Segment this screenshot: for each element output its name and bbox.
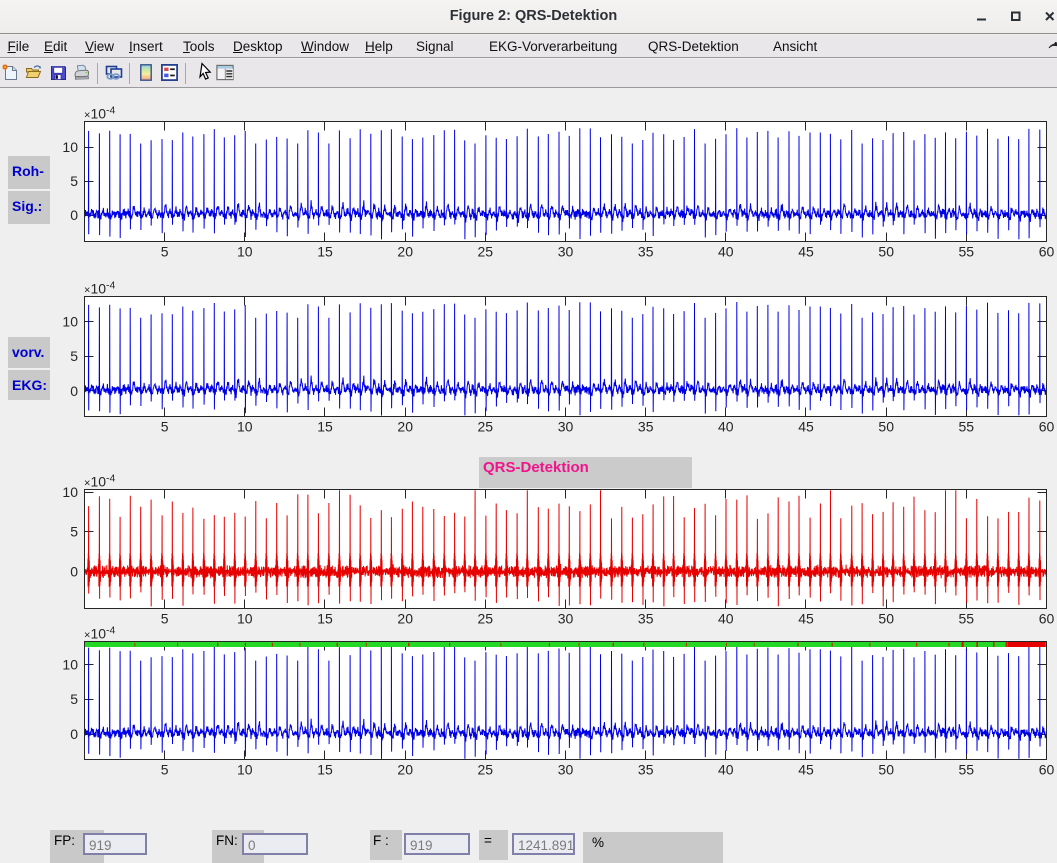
svg-text:25: 25 [478,244,494,260]
svg-text:35: 35 [638,611,654,627]
svg-text:10: 10 [237,611,253,627]
svg-text:5: 5 [70,524,78,540]
svg-text:30: 30 [558,611,574,627]
svg-text:10: 10 [62,656,78,672]
svg-text:5: 5 [70,691,78,707]
svg-text:55: 55 [959,762,975,778]
svg-text:50: 50 [878,611,894,627]
svg-text:20: 20 [397,419,413,435]
svg-text:60: 60 [1039,762,1055,778]
svg-text:25: 25 [478,611,494,627]
svg-text:40: 40 [718,762,734,778]
svg-text:20: 20 [397,611,413,627]
svg-text:40: 40 [718,244,734,260]
svg-text:55: 55 [959,611,975,627]
svg-text:10: 10 [62,484,78,500]
svg-text:35: 35 [638,419,654,435]
svg-text:0: 0 [70,726,78,742]
svg-text:55: 55 [959,244,975,260]
svg-text:10: 10 [237,762,253,778]
svg-text:×10-4: ×10-4 [84,280,116,297]
svg-text:30: 30 [558,762,574,778]
svg-text:×10-4: ×10-4 [84,625,116,642]
svg-text:50: 50 [878,762,894,778]
svg-text:30: 30 [558,419,574,435]
svg-text:20: 20 [397,244,413,260]
svg-text:35: 35 [638,244,654,260]
svg-text:35: 35 [638,762,654,778]
svg-text:10: 10 [62,139,78,155]
svg-text:5: 5 [161,762,169,778]
svg-text:5: 5 [70,348,78,364]
svg-text:15: 15 [317,762,333,778]
svg-text:×10-4: ×10-4 [84,105,116,122]
svg-text:30: 30 [558,244,574,260]
svg-text:25: 25 [478,762,494,778]
svg-text:60: 60 [1039,611,1055,627]
svg-text:50: 50 [878,244,894,260]
svg-text:5: 5 [161,244,169,260]
svg-text:45: 45 [798,611,814,627]
svg-text:×10-4: ×10-4 [84,473,116,490]
svg-text:5: 5 [161,419,169,435]
svg-text:5: 5 [161,611,169,627]
svg-text:20: 20 [397,762,413,778]
svg-text:15: 15 [317,244,333,260]
svg-text:5: 5 [70,173,78,189]
svg-text:55: 55 [959,419,975,435]
svg-text:0: 0 [70,207,78,223]
svg-text:25: 25 [478,419,494,435]
svg-text:0: 0 [70,563,78,579]
svg-text:45: 45 [798,762,814,778]
svg-text:60: 60 [1039,419,1055,435]
svg-text:50: 50 [878,419,894,435]
svg-text:10: 10 [237,244,253,260]
svg-text:40: 40 [718,611,734,627]
svg-text:45: 45 [798,244,814,260]
svg-text:10: 10 [62,313,78,329]
svg-text:0: 0 [70,383,78,399]
svg-text:15: 15 [317,611,333,627]
svg-text:10: 10 [237,419,253,435]
svg-text:45: 45 [798,419,814,435]
svg-text:15: 15 [317,419,333,435]
svg-text:60: 60 [1039,244,1055,260]
svg-text:40: 40 [718,419,734,435]
